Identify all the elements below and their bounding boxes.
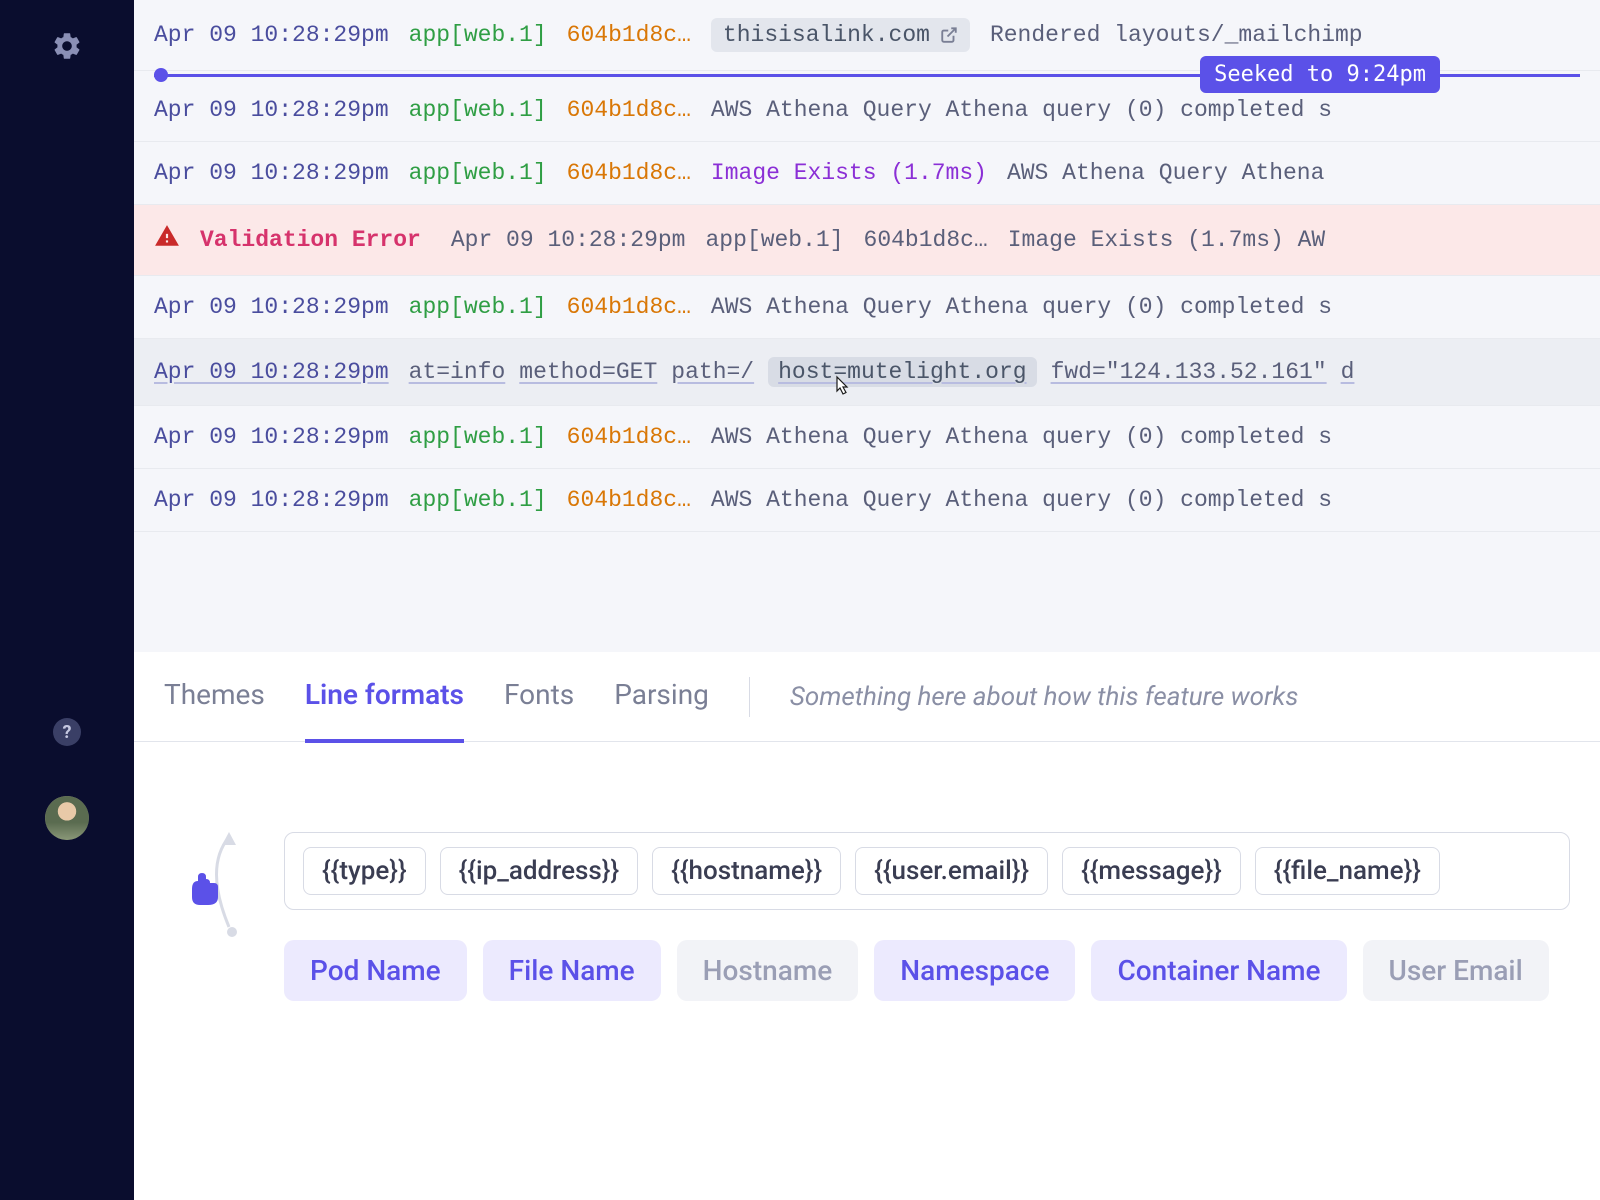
avatar[interactable] [45, 796, 89, 840]
chip-file-name[interactable]: File Name [483, 940, 661, 1001]
avatar-image [45, 796, 89, 840]
log-timestamp: Apr 09 10:28:29pm [154, 294, 389, 320]
log-timestamp: Apr 09 10:28:29pm [451, 227, 686, 253]
log-app: app[web.1] [409, 160, 547, 186]
help-icon[interactable]: ? [53, 718, 81, 746]
token[interactable]: {{hostname}} [652, 847, 841, 895]
log-message: AWS Athena Query Athena query (0) comple… [711, 97, 1332, 123]
log-message: Image Exists (1.7ms) AW [1008, 227, 1325, 253]
log-hash: 604b1d8c… [567, 487, 691, 513]
gear-icon[interactable] [51, 30, 83, 62]
log-timestamp: Apr 09 10:28:29pm [154, 424, 389, 450]
log-kv[interactable]: d [1341, 359, 1355, 385]
log-app: app[web.1] [409, 294, 547, 320]
chip-hostname[interactable]: Hostname [677, 940, 859, 1001]
token[interactable]: {{user.email}} [855, 847, 1048, 895]
log-timestamp: Apr 09 10:28:29pm [154, 359, 389, 385]
log-message: AWS Athena Query Athena query (0) comple… [711, 487, 1332, 513]
log-hash: 604b1d8c… [567, 294, 691, 320]
seek-handle[interactable] [154, 68, 168, 82]
log-row[interactable]: Apr 09 10:28:29pm app[web.1] 604b1d8c… A… [134, 469, 1600, 532]
external-link-icon [940, 26, 958, 44]
log-message: AWS Athena Query Athena query (0) comple… [711, 424, 1332, 450]
warning-icon [154, 223, 180, 257]
log-message: AWS Athena Query Athena [1007, 160, 1324, 186]
log-message: AWS Athena Query Athena query (0) comple… [711, 294, 1332, 320]
tab-parsing[interactable]: Parsing [614, 650, 709, 743]
token[interactable]: {{ip_address}} [440, 847, 639, 895]
token[interactable]: {{file_name}} [1255, 847, 1440, 895]
chip-container-name[interactable]: Container Name [1091, 940, 1346, 1001]
chip-namespace[interactable]: Namespace [874, 940, 1075, 1001]
log-kv[interactable]: at=info [409, 359, 506, 385]
divider [749, 677, 750, 717]
cursor-pointer-icon [828, 375, 852, 403]
log-kv[interactable]: method=GET [519, 359, 657, 385]
chip-pod-name[interactable]: Pod Name [284, 940, 467, 1001]
log-timestamp: Apr 09 10:28:29pm [154, 160, 389, 186]
log-row[interactable]: Apr 09 10:28:29pm app[web.1] 604b1d8c… I… [134, 142, 1600, 205]
log-kv-text: host=mutelight.org [778, 359, 1026, 385]
tab-themes[interactable]: Themes [164, 650, 265, 743]
log-hash: 604b1d8c… [567, 22, 691, 48]
log-hash: 604b1d8c… [567, 160, 691, 186]
chip-user-email[interactable]: User Email [1363, 940, 1549, 1001]
tab-hint: Something here about how this feature wo… [790, 682, 1298, 712]
log-highlight: Image Exists (1.7ms) [711, 160, 987, 186]
log-message: Rendered layouts/_mailchimp [990, 22, 1363, 48]
log-hash: 604b1d8c… [567, 424, 691, 450]
format-builder: {{type}} {{ip_address}} {{hostname}} {{u… [134, 742, 1600, 1031]
log-hash: 604b1d8c… [567, 97, 691, 123]
chips-row: Pod Name File Name Hostname Namespace Co… [284, 940, 1570, 1001]
log-kv[interactable]: path=/ [671, 359, 754, 385]
log-timestamp: Apr 09 10:28:29pm [154, 97, 389, 123]
log-app: app[web.1] [409, 424, 547, 450]
bottom-panel: Themes Line formats Fonts Parsing Someth… [134, 652, 1600, 1200]
tab-fonts[interactable]: Fonts [504, 650, 574, 743]
log-kv-hovered[interactable]: host=mutelight.org [768, 357, 1036, 387]
token[interactable]: {{message}} [1062, 847, 1241, 895]
log-hash: 604b1d8c… [864, 227, 988, 253]
log-row-hovered[interactable]: Apr 09 10:28:29pm at=info method=GET pat… [134, 339, 1600, 406]
seek-badge: Seeked to 9:24pm [1200, 56, 1440, 93]
tab-line-formats[interactable]: Line formats [305, 650, 464, 743]
log-link-text: thisisalink.com [723, 22, 930, 48]
log-timestamp: Apr 09 10:28:29pm [154, 22, 389, 48]
drag-indicator [184, 827, 244, 947]
log-row-error[interactable]: Validation Error Apr 09 10:28:29pm app[w… [134, 205, 1600, 276]
error-label: Validation Error [200, 227, 421, 253]
log-app: app[web.1] [409, 22, 547, 48]
log-app: app[web.1] [705, 227, 843, 253]
log-row[interactable]: Apr 09 10:28:29pm app[web.1] 604b1d8c… A… [134, 276, 1600, 339]
main: Apr 09 10:28:29pm app[web.1] 604b1d8c… t… [134, 0, 1600, 1200]
log-kv[interactable]: fwd="124.133.52.161" [1051, 359, 1327, 385]
drag-handle-icon[interactable] [184, 869, 224, 909]
token-input[interactable]: {{type}} {{ip_address}} {{hostname}} {{u… [284, 832, 1570, 910]
tab-bar: Themes Line formats Fonts Parsing Someth… [134, 652, 1600, 742]
log-row[interactable]: Apr 09 10:28:29pm app[web.1] 604b1d8c… A… [134, 406, 1600, 469]
log-timestamp: Apr 09 10:28:29pm [154, 487, 389, 513]
log-viewer: Apr 09 10:28:29pm app[web.1] 604b1d8c… t… [134, 0, 1600, 532]
log-app: app[web.1] [409, 487, 547, 513]
seek-bar[interactable]: Seeked to 9:24pm [154, 71, 1580, 79]
log-link-chip[interactable]: thisisalink.com [711, 18, 970, 52]
log-app: app[web.1] [409, 97, 547, 123]
token[interactable]: {{type}} [303, 847, 426, 895]
sidebar: ? [0, 0, 134, 1200]
